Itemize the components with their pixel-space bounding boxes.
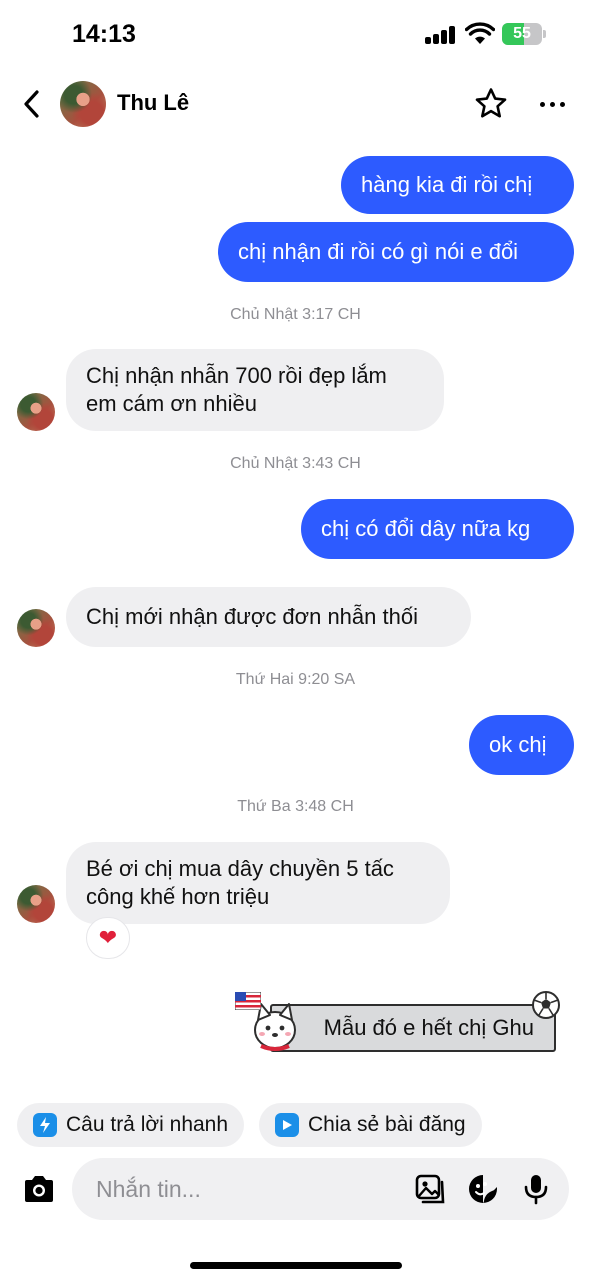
home-indicator (190, 1262, 402, 1269)
timestamp: Thứ Hai 9:20 SA (235, 671, 356, 688)
timestamp: Chủ Nhật 3:43 CH (230, 455, 361, 472)
share-post-chip[interactable]: Chia sẻ bài đăng (259, 1103, 482, 1147)
message-bubble-outgoing[interactable]: ok chị (469, 715, 574, 775)
chip-label: Chia sẻ bài đăng (308, 1113, 466, 1136)
message-composer (72, 1158, 569, 1220)
battery-label: 55 (513, 25, 531, 42)
sender-avatar[interactable] (17, 393, 55, 431)
message-bubble-outgoing[interactable]: chị nhận đi rồi có gì nói e đổi (218, 222, 574, 282)
contact-name[interactable]: Thu Lê (117, 90, 189, 116)
timestamp: Thứ Ba 3:48 CH (237, 798, 354, 815)
message-line: công khế hơn triệu (86, 884, 270, 909)
status-time: 14:13 (72, 20, 136, 48)
message-bubble-incoming[interactable]: Chị mới nhận được đơn nhẫn thối (66, 587, 471, 647)
dot-icon (539, 101, 545, 107)
message-input[interactable] (96, 1158, 396, 1220)
status-bar: 14:13 55 (0, 0, 591, 70)
back-button[interactable] (14, 86, 48, 122)
message-bubble-outgoing[interactable]: chị có đổi dây nữa kg (301, 499, 574, 559)
sticker-icon[interactable] (467, 1173, 499, 1205)
camera-button[interactable] (18, 1168, 60, 1210)
message-bubble-incoming[interactable]: Bé ơi chị mua dây chuyền 5 tấc công khế … (66, 842, 450, 924)
more-options-button[interactable] (534, 86, 570, 122)
soccer-ball-icon (532, 991, 560, 1019)
dot-icon (549, 101, 555, 107)
dot-icon (559, 101, 565, 107)
microphone-icon[interactable] (520, 1173, 552, 1205)
cellular-signal-icon (425, 26, 457, 44)
wifi-icon (465, 22, 495, 44)
battery-icon: 55 (502, 23, 546, 45)
chip-label: Câu trả lời nhanh (66, 1113, 229, 1136)
share-post-icon (275, 1113, 299, 1137)
chat-header: Thu Lê (0, 72, 591, 136)
sticker-message[interactable]: Mẫu đó e hết chị Ghu (233, 990, 577, 1066)
chevron-left-icon (24, 90, 39, 118)
sender-avatar[interactable] (17, 885, 55, 923)
message-line: em cám ơn nhiều (86, 391, 257, 416)
message-bubble-outgoing[interactable]: hàng kia đi rồi chị (341, 156, 574, 214)
gallery-icon[interactable] (414, 1173, 446, 1205)
timestamp: Chủ Nhật 3:17 CH (230, 306, 361, 323)
star-icon[interactable] (473, 86, 509, 122)
heart-reaction[interactable]: ❤ (86, 917, 130, 959)
message-line: Bé ơi chị mua dây chuyền 5 tấc (86, 856, 394, 881)
sticker-text: Mẫu đó e hết chị Ghu (323, 1015, 534, 1040)
camera-icon (25, 1176, 53, 1202)
quick-reply-icon (33, 1113, 57, 1137)
message-bubble-incoming[interactable]: Chị nhận nhẫn 700 rồi đẹp lắm em cám ơn … (66, 349, 444, 431)
flag-icon (235, 992, 261, 1010)
quick-reply-chip[interactable]: Câu trả lời nhanh (17, 1103, 245, 1147)
message-line: Chị nhận nhẫn 700 rồi đẹp lắm (86, 363, 387, 388)
sender-avatar[interactable] (17, 609, 55, 647)
contact-avatar[interactable] (60, 81, 106, 127)
sticker-banner: Mẫu đó e hết chị Ghu (270, 1004, 556, 1052)
